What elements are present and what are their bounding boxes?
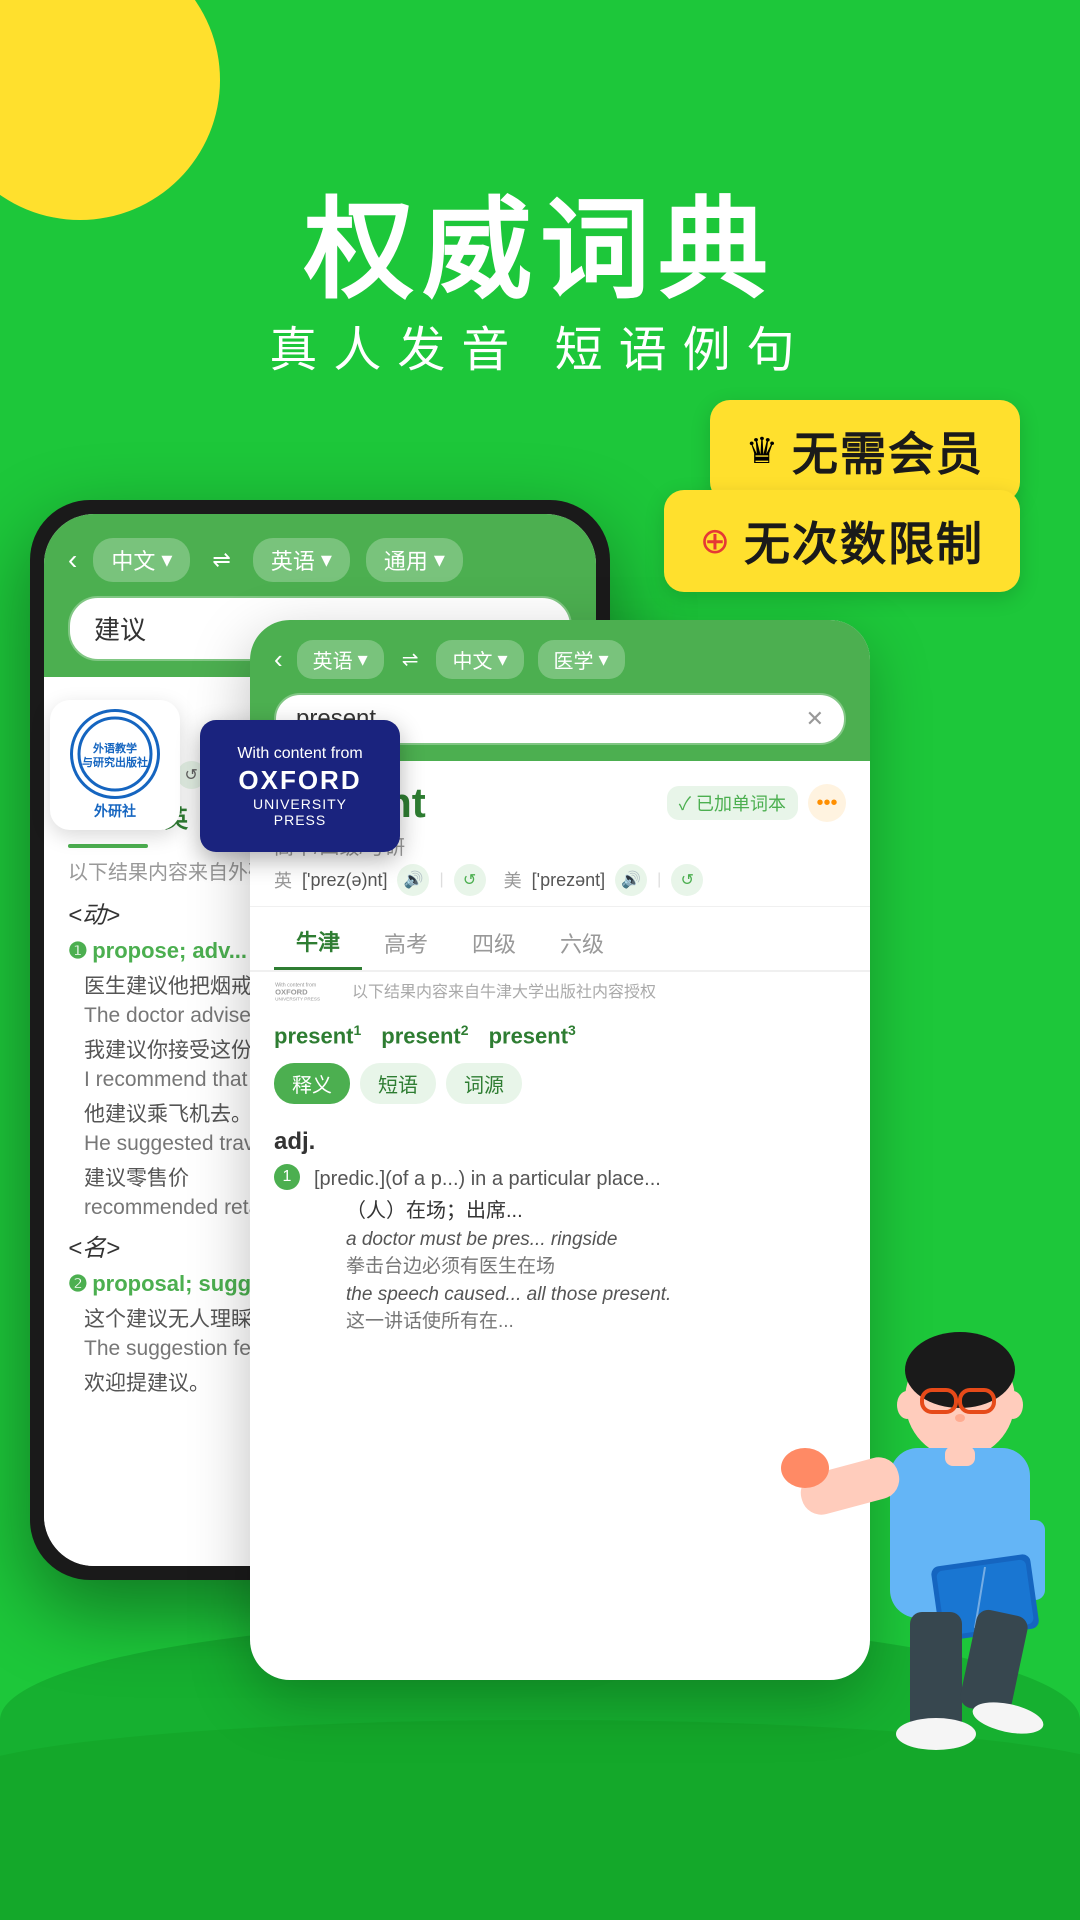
back-icon[interactable]: ‹ [68,544,77,576]
badge-no-vip-label: 无需会员 [792,418,984,484]
ex-en-present-1: a doctor must be pres... ringside [346,1229,671,1251]
crown-icon: ♛ [746,430,778,472]
svg-text:与研究出版社: 与研究出版社 [82,755,148,769]
dictionary-tabs: 牛津 高考 四级 六级 [250,907,870,972]
oxford-press-text: UNIVERSITY PRESS [228,796,372,828]
search-value-left: 建议 [94,615,146,645]
oxford-source-text: 以下结果内容来自牛津大学出版社内容授权 [352,978,656,1002]
mode-chevron: ▾ [434,547,445,573]
character-illustration [740,1320,1060,1820]
app-main-title: 权威词典 [0,160,1080,320]
card-back-icon[interactable]: ‹ [274,644,283,675]
more-options-button[interactable]: ••• [808,784,846,822]
lang2-selector[interactable]: 英语 ▾ [253,538,350,582]
def-row-1: 1 [predic.](of a p...) in a particular p… [274,1164,846,1339]
mtab-etymology[interactable]: 词源 [446,1063,522,1104]
mtab-phrase[interactable]: 短语 [360,1063,436,1104]
oxford-with-text: With content from [228,744,372,765]
uk-repeat-button[interactable]: ↺ [454,864,486,896]
card-lang1-chevron: ▾ [358,647,368,672]
present-variants-row: present1 present2 present3 [250,1008,870,1055]
present-variant-3[interactable]: present3 [489,1022,576,1049]
lang2-chevron: ▾ [321,547,332,573]
waiguansha-emblem: 外语教学 与研究出版社 [70,709,160,799]
lang1-label: 中文 [111,544,155,576]
example-1: a doctor must be pres... ringside 拳击台边必须… [346,1229,671,1278]
def-predic-note: [predic.](of a p...) in a particular pla… [314,1164,671,1194]
tab-cet4[interactable]: 四级 [450,917,538,969]
present-variant-2[interactable]: present2 [381,1022,468,1049]
added-to-vocabulary-badge[interactable]: ✓ 已加单词本 [667,786,798,820]
present-variant-1[interactable]: present1 [274,1022,361,1049]
card-lang1-label: 英语 [313,645,353,674]
infinity-icon: ⊕ [700,520,730,562]
card-lang2-chevron: ▾ [497,647,507,672]
oxford-badge: With content from OXFORD UNIVERSITY PRES… [200,720,400,852]
card-mode-chevron: ▾ [599,647,609,672]
mtab-definition[interactable]: 释义 [274,1063,350,1104]
character-svg [740,1320,1060,1820]
card-lang1-selector[interactable]: 英语 ▾ [297,640,384,679]
card-lang2-selector[interactable]: 中文 ▾ [436,640,523,679]
source-divider [68,844,148,848]
lang2-label: 英语 [271,544,315,576]
svg-text:UNIVERSITY PRESS: UNIVERSITY PRESS [275,997,320,1002]
phone-header: ‹ 中文 ▾ ⇌ 英语 ▾ 通用 ▾ [44,514,596,596]
meaning-tabs-row: 释义 短语 词源 [250,1055,870,1112]
ex-cn-present-1: 拳击台边必须有医生在场 [346,1251,671,1278]
oxford-main-text: OXFORD [228,765,372,796]
us-audio-button[interactable]: 🔊 [615,864,647,896]
clear-search-icon[interactable]: ✕ [806,706,824,732]
card-swap-icon[interactable]: ⇌ [402,647,419,672]
waiguansha-logo: 外语教学 与研究出版社 外研社 [50,700,180,830]
oxford-watermark-logo: With content from OXFORD UNIVERSITY PRES… [274,979,344,1001]
oxford-watermark-row: With content from OXFORD UNIVERSITY PRES… [250,972,870,1008]
lang1-selector[interactable]: 中文 ▾ [93,538,190,582]
badge-no-vip[interactable]: ♛ 无需会员 [710,400,1020,502]
divider-2: | [657,871,661,889]
card-lang2-label: 中文 [452,645,492,674]
swap-icon[interactable]: ⇌ [212,547,230,573]
phonetics-row: 英 ['prez(ə)nt] 🔊 | ↺ 美 ['prezənt] 🔊 | ↺ [274,864,846,896]
badge-unlimited-label: 无次数限制 [744,508,984,574]
us-repeat-button[interactable]: ↺ [671,864,703,896]
mode-selector[interactable]: 通用 ▾ [366,538,463,582]
lang1-chevron: ▾ [161,547,172,573]
example-2: the speech caused... all those present. … [346,1284,671,1333]
def-cn-text: （人）在场；出席... [346,1194,671,1223]
badge-unlimited[interactable]: ⊕ 无次数限制 [664,490,1020,592]
tab-oxford[interactable]: 牛津 [274,915,362,970]
ex-en-present-2: the speech caused... all those present. [346,1284,671,1306]
card-mode-label: 医学 [554,645,594,674]
uk-ipa: ['prez(ə)nt] [302,870,387,891]
divider-1: | [439,871,443,889]
ex-cn-present-2: 这一讲话使所有在... [346,1306,671,1333]
tab-gaokao[interactable]: 高考 [362,917,450,969]
def-num-1: 1 [274,1164,300,1190]
svg-text:外语教学: 外语教学 [92,741,137,755]
card-header: ‹ 英语 ▾ ⇌ 中文 ▾ 医学 ▾ [250,620,870,693]
svg-text:OXFORD: OXFORD [275,988,308,997]
uk-label: 英 [274,867,292,893]
uk-audio-button[interactable]: 🔊 [397,864,429,896]
pos-adj: adj. [274,1128,846,1156]
us-ipa: ['prezənt] [532,870,605,891]
app-sub-title: 真人发音 短语例句 [0,310,1080,380]
us-label: 美 [504,867,522,893]
tab-cet6[interactable]: 六级 [538,917,626,969]
mode-label: 通用 [384,544,428,576]
card-mode-selector[interactable]: 医学 ▾ [538,640,625,679]
waiguansha-label: 外研社 [94,801,136,821]
